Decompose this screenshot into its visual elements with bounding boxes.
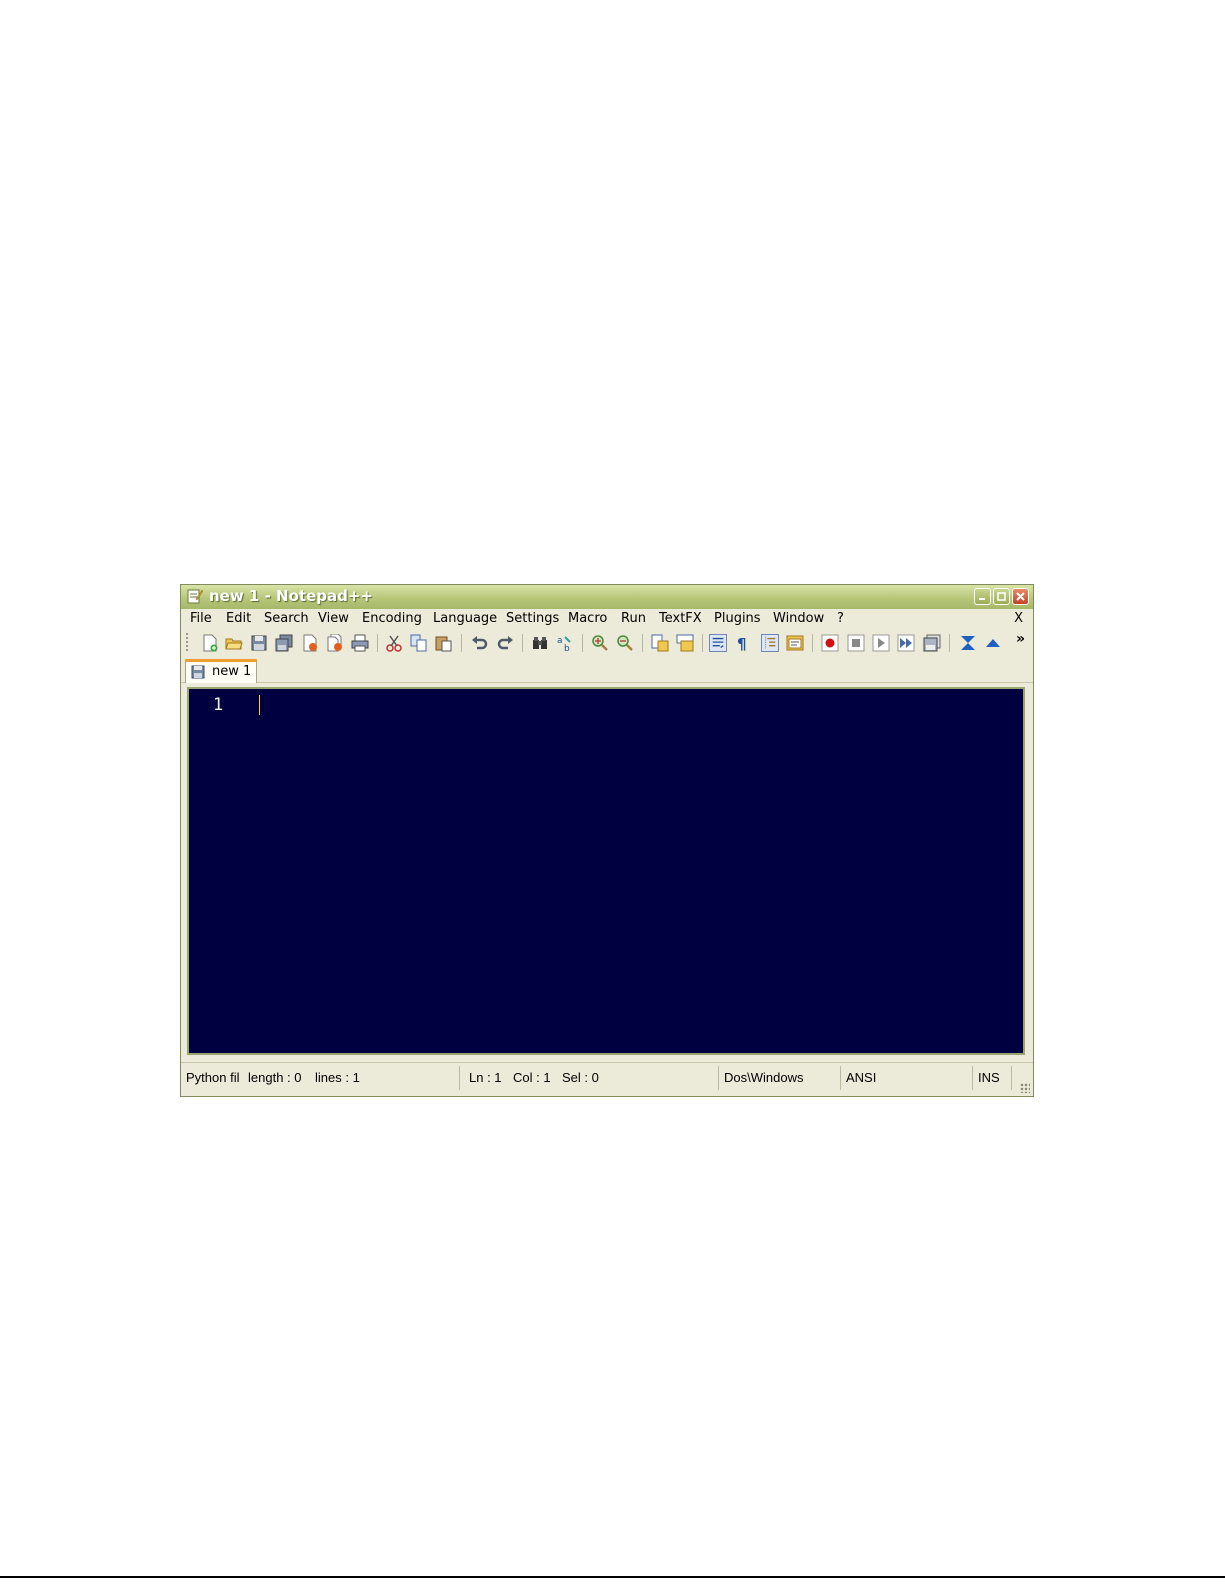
user-defined-lang-icon[interactable] — [786, 634, 804, 652]
minimize-icon — [979, 598, 985, 600]
minimize-button[interactable] — [974, 588, 991, 605]
maximize-icon — [997, 592, 1006, 601]
status-eol-format: Dos\Windows — [724, 1070, 804, 1085]
undo-icon[interactable] — [471, 634, 489, 652]
menu-textfx[interactable]: TextFX — [659, 611, 702, 626]
title-bar[interactable]: new 1 - Notepad++ — [181, 585, 1033, 609]
new-file-icon[interactable] — [201, 634, 219, 652]
toolbar-overflow-button[interactable]: » — [1016, 631, 1025, 647]
cut-icon[interactable] — [385, 634, 403, 652]
menu-help[interactable]: ? — [837, 611, 844, 626]
toolbar-separator — [582, 634, 583, 652]
toolbar-separator — [642, 634, 643, 652]
menu-settings[interactable]: Settings — [506, 611, 559, 626]
menu-window[interactable]: Window — [773, 611, 824, 626]
status-separator — [459, 1066, 460, 1090]
paste-icon[interactable] — [435, 634, 453, 652]
status-length: length : 0 — [248, 1070, 302, 1085]
toolbar: ab ¶ » — [181, 629, 1033, 657]
print-icon[interactable] — [351, 634, 369, 652]
toolbar-separator — [812, 634, 813, 652]
find-icon[interactable] — [531, 634, 549, 652]
redo-icon[interactable] — [496, 634, 514, 652]
open-file-icon[interactable] — [225, 634, 243, 652]
close-all-icon[interactable] — [326, 634, 344, 652]
sync-vertical-icon[interactable] — [651, 634, 669, 652]
zoom-in-icon[interactable] — [591, 634, 609, 652]
menu-plugins[interactable]: Plugins — [714, 611, 761, 626]
status-filetype: Python fil — [186, 1070, 240, 1085]
close-window-button[interactable] — [1012, 588, 1029, 605]
notepadpp-app-icon — [187, 589, 203, 604]
toolbar-separator — [461, 634, 462, 652]
window-title: new 1 - Notepad++ — [209, 587, 373, 605]
record-macro-icon[interactable] — [821, 634, 839, 652]
tab-bar: new 1 — [181, 657, 1033, 683]
menu-encoding[interactable]: Encoding — [362, 611, 422, 626]
close-file-icon[interactable] — [301, 634, 319, 652]
status-separator — [840, 1066, 841, 1090]
line-number: 1 — [213, 695, 224, 715]
status-separator — [718, 1066, 719, 1090]
status-line: Ln : 1 — [469, 1070, 502, 1085]
run-macro-multiple-icon[interactable] — [897, 634, 915, 652]
status-lines: lines : 1 — [315, 1070, 360, 1085]
menu-language[interactable]: Language — [433, 611, 497, 626]
status-column: Col : 1 — [513, 1070, 551, 1085]
replace-icon[interactable]: ab — [556, 634, 574, 652]
play-macro-icon[interactable] — [872, 634, 890, 652]
menu-view[interactable]: View — [318, 611, 349, 626]
toolbar-separator — [522, 634, 523, 652]
svg-text:a: a — [557, 636, 563, 646]
close-icon — [1016, 592, 1025, 601]
toolbar-separator — [377, 634, 378, 652]
toolbar-separator — [702, 634, 703, 652]
menu-macro[interactable]: Macro — [568, 611, 607, 626]
save-icon[interactable] — [250, 634, 268, 652]
svg-text:¶: ¶ — [737, 635, 747, 652]
maximize-button[interactable] — [993, 588, 1010, 605]
close-document-button[interactable]: X — [1014, 611, 1023, 626]
tab-new-1[interactable]: new 1 — [185, 659, 257, 683]
saved-file-icon — [191, 665, 205, 679]
toolbar-grip[interactable] — [186, 633, 188, 653]
status-encoding: ANSI — [846, 1070, 877, 1085]
zoom-out-icon[interactable] — [616, 634, 634, 652]
menu-edit[interactable]: Edit — [226, 611, 251, 626]
resize-grip[interactable] — [1020, 1083, 1030, 1093]
sync-horizontal-icon[interactable] — [676, 634, 694, 652]
indent-guide-icon[interactable] — [761, 634, 779, 652]
save-macro-icon[interactable] — [923, 634, 941, 652]
status-selection: Sel : 0 — [562, 1070, 599, 1085]
tab-label: new 1 — [212, 664, 252, 679]
copy-icon[interactable] — [410, 634, 428, 652]
menu-search[interactable]: Search — [264, 611, 309, 626]
svg-text:b: b — [564, 644, 570, 652]
toolbar-separator — [949, 634, 950, 652]
trim-icon[interactable] — [959, 634, 977, 652]
menu-run[interactable]: Run — [621, 611, 646, 626]
status-separator — [972, 1066, 973, 1090]
status-bar: Python fil length : 0 lines : 1 Ln : 1 C… — [181, 1062, 1033, 1096]
page-bottom-rule — [0, 1576, 1225, 1578]
text-caret — [259, 695, 260, 715]
window-controls — [974, 588, 1029, 605]
status-insert-mode: INS — [978, 1070, 1000, 1085]
editor-frame: 1 — [187, 687, 1025, 1055]
text-editor[interactable]: 1 — [189, 689, 1023, 1053]
status-separator — [1011, 1066, 1012, 1090]
stop-macro-icon[interactable] — [847, 634, 865, 652]
move-up-icon[interactable] — [984, 634, 1002, 652]
notepadpp-window: new 1 - Notepad++ File Edit Search View … — [180, 584, 1034, 1097]
menu-file[interactable]: File — [190, 611, 212, 626]
word-wrap-icon[interactable] — [709, 634, 727, 652]
menu-bar: File Edit Search View Encoding Language … — [181, 609, 1033, 629]
show-all-chars-icon[interactable]: ¶ — [734, 634, 752, 652]
save-all-icon[interactable] — [275, 634, 293, 652]
